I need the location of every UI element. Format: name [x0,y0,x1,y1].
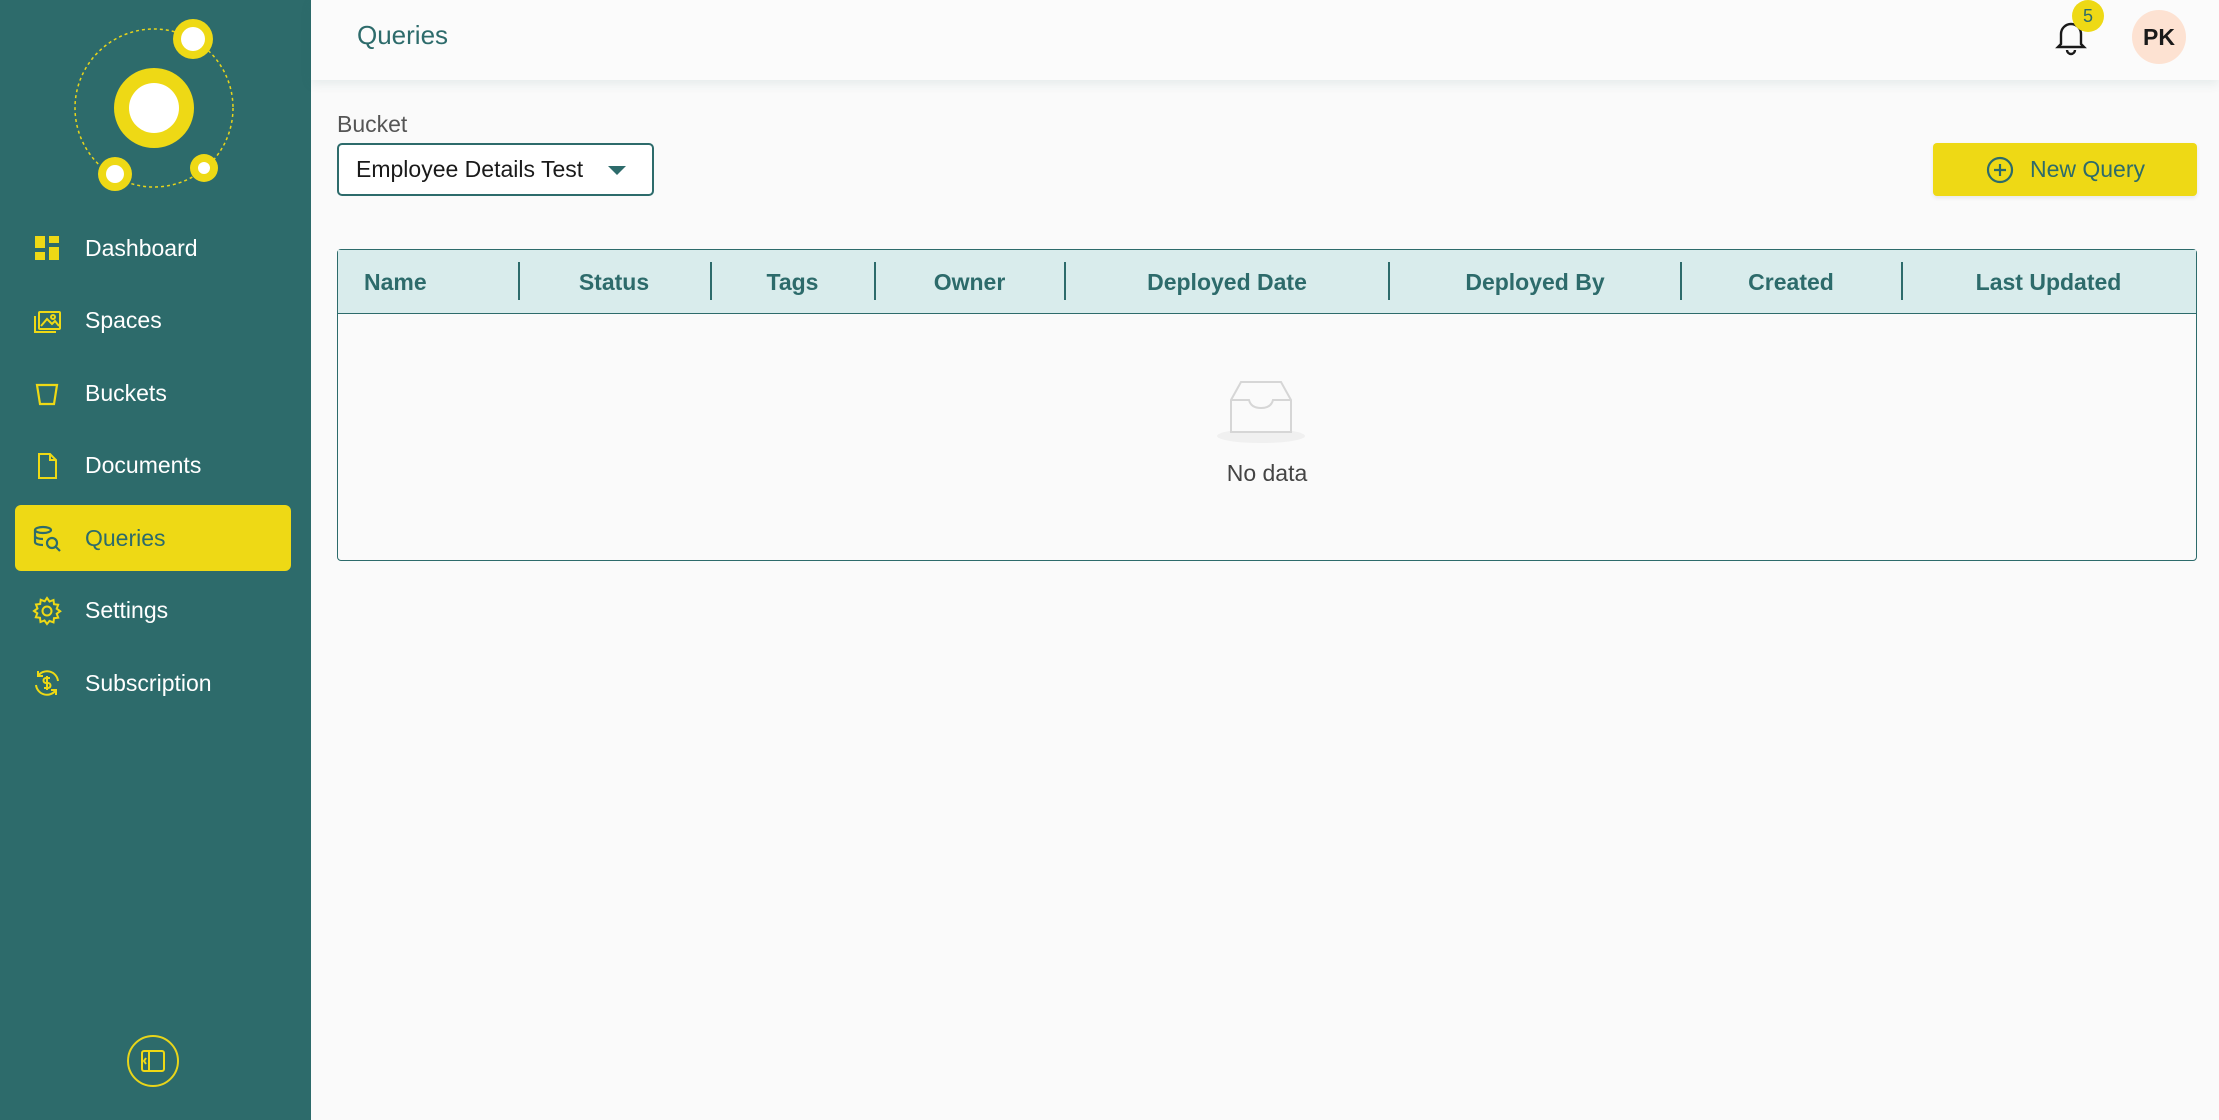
sidebar-item-subscription[interactable]: Subscription [15,650,291,716]
sidebar-item-label: Spaces [85,307,162,333]
caret-down-icon [608,166,626,175]
app-logo [74,19,234,191]
column-header-name[interactable]: Name [364,250,427,314]
column-header-deployed-by[interactable]: Deployed By [1389,250,1681,314]
sidebar-item-documents[interactable]: Documents [15,433,291,499]
plus-circle-icon [1986,156,2014,183]
new-query-button[interactable]: New Query [1933,143,2197,196]
bucket-icon [31,377,63,409]
gear-icon [31,595,63,627]
column-header-deployed-date[interactable]: Deployed Date [1065,250,1389,314]
new-query-label: New Query [2029,156,2146,182]
bucket-selected-value: Employee Details Test [356,156,584,182]
sidebar-item-settings[interactable]: Settings [15,578,291,644]
sidebar: Dashboard Spaces Buckets Documents Queri… [0,0,311,1120]
column-header-status[interactable]: Status [519,250,709,314]
sidebar-item-label: Dashboard [85,234,198,261]
empty-state-text: No data [1226,460,1308,486]
table-header: Name Status Tags Owner Deployed Date Dep… [338,250,2196,314]
column-header-owner[interactable]: Owner [875,250,1064,314]
sidebar-item-buckets[interactable]: Buckets [15,360,291,426]
sidebar-item-label: Settings [85,597,169,623]
sidebar-item-label: Documents [85,452,202,478]
bucket-select[interactable]: Employee Details Test [337,143,654,196]
sidebar-collapse-button[interactable] [127,1035,179,1087]
column-header-created[interactable]: Created [1681,250,1901,314]
empty-state: No data [338,314,2196,560]
sidebar-nav: Dashboard Spaces Buckets Documents Queri… [15,215,291,723]
query-search-icon [31,522,63,554]
column-header-tags[interactable]: Tags [711,250,874,314]
sidebar-item-label: Queries [85,524,166,551]
top-header: Queries 5 PK [311,0,2219,80]
sidebar-item-spaces[interactable]: Spaces [15,288,291,354]
sidebar-item-label: Subscription [85,669,212,696]
sidebar-item-dashboard[interactable]: Dashboard [15,215,291,281]
bucket-label: Bucket [337,111,408,137]
dashboard-icon [31,232,63,264]
page-title: Queries [357,20,449,50]
sidebar-item-queries[interactable]: Queries [15,505,291,571]
document-icon [31,450,63,482]
empty-inbox-icon [1217,381,1305,443]
column-header-last-updated[interactable]: Last Updated [1902,250,2195,314]
spaces-icon [31,305,63,337]
sidebar-item-label: Buckets [85,379,167,406]
notification-badge: 5 [2072,0,2104,32]
avatar[interactable]: PK [2132,10,2186,64]
queries-table: Name Status Tags Owner Deployed Date Dep… [337,249,2197,561]
subscription-icon [31,667,63,699]
sidebar-collapse-icon [141,1050,165,1072]
